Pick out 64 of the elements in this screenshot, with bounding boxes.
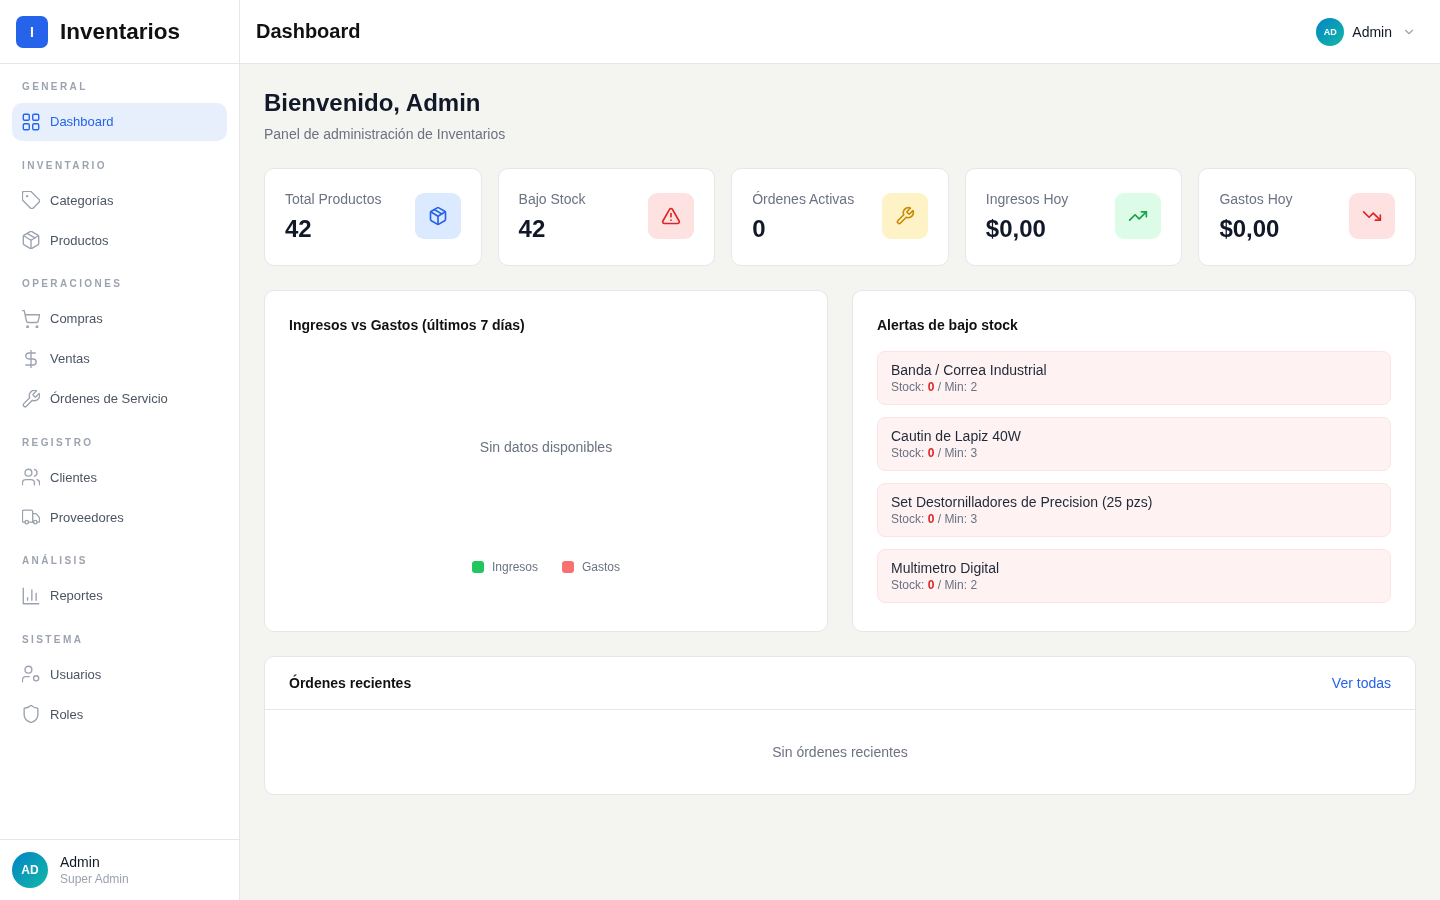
sidebar-item[interactable]: Clientes <box>12 458 227 496</box>
product-name: Banda / Correa Industrial <box>891 361 1048 379</box>
user-name: Admin <box>1352 23 1392 40</box>
app-title: Inventarios <box>60 18 181 45</box>
section-heading: INVENTARIO <box>21 158 108 173</box>
user-role: Super Admin <box>60 871 129 887</box>
wrench-icon <box>22 389 40 408</box>
legend-label: Ingresos <box>491 559 538 575</box>
stat-label: Gastos Hoy <box>1219 190 1293 209</box>
stat-label: Órdenes Activas <box>752 190 855 209</box>
sidebar-item[interactable]: Roles <box>12 695 227 733</box>
section-heading: OPERACIONES <box>21 277 124 291</box>
user-avatar: AD <box>1316 17 1345 46</box>
stock-text: Stock: 0 / Min: 3 <box>891 445 979 461</box>
stat-value: $0,00 <box>1219 215 1281 243</box>
sidebar-item[interactable]: Compras <box>12 299 227 338</box>
page-title: Dashboard <box>256 20 361 43</box>
sidebar-item[interactable]: Categorías <box>12 181 227 219</box>
stat-value: $0,00 <box>985 215 1047 243</box>
product-name: Cautin de Lapiz 40W <box>891 427 1022 445</box>
sidebar-item[interactable]: Productos <box>12 221 227 259</box>
cart-icon <box>22 309 40 328</box>
stat-label: Bajo Stock <box>518 190 586 209</box>
stock-text: Stock: 0 / Min: 2 <box>891 379 979 395</box>
welcome-heading: Bienvenido, Admin <box>264 88 482 118</box>
user-avatar: AD <box>12 852 48 888</box>
logo-mark: I <box>16 15 48 48</box>
sidebar-item[interactable]: Proveedores <box>12 498 227 536</box>
sidebar-item[interactable]: Usuarios <box>12 655 227 693</box>
legend-label: Gastos <box>582 559 620 575</box>
bar-chart-icon <box>22 586 40 605</box>
stat-value: 42 <box>518 215 547 243</box>
stat-label: Total Productos <box>285 190 382 209</box>
view-all-link[interactable]: Ver todas <box>1331 675 1391 691</box>
empty-orders-message: Sin órdenes recientes <box>772 743 908 762</box>
section-heading: ANÁLISIS <box>21 554 89 568</box>
sidebar-item[interactable]: Dashboard <box>12 102 227 141</box>
section-heading: SISTEMA <box>21 632 85 647</box>
user-gear-icon <box>22 665 40 683</box>
card-title: Alertas de bajo stock <box>877 316 1019 335</box>
stock-text: Stock: 0 / Min: 2 <box>891 577 979 593</box>
sidebar-item[interactable]: Órdenes de Servicio <box>12 379 227 418</box>
shield-icon <box>22 705 40 723</box>
box-icon <box>22 231 40 249</box>
card-title: Ingresos vs Gastos (últimos 7 días) <box>289 316 526 335</box>
truck-icon <box>22 508 40 526</box>
sidebar-item[interactable]: Ventas <box>12 339 227 378</box>
stock-text: Stock: 0 / Min: 3 <box>891 511 979 527</box>
tag-icon <box>22 191 40 209</box>
users-icon <box>22 468 40 486</box>
grid-icon <box>22 112 40 131</box>
stat-value: 0 <box>752 215 767 243</box>
product-name: Set Destornilladores de Precision (25 pzs) <box>891 493 1154 511</box>
empty-chart-message: Sin datos disponibles <box>479 438 613 457</box>
dollar-icon <box>22 349 40 368</box>
stat-label: Ingresos Hoy <box>985 190 1069 209</box>
sidebar-item[interactable]: Reportes <box>12 576 227 615</box>
section-heading: REGISTRO <box>21 435 95 450</box>
stat-value: 42 <box>285 215 313 243</box>
welcome-subtitle: Panel de administración de Inventarios <box>264 125 507 144</box>
product-name: Multimetro Digital <box>891 559 1001 577</box>
user-name: Admin <box>60 853 101 871</box>
section-heading: GENERAL <box>21 80 89 94</box>
card-title: Órdenes recientes <box>289 673 412 693</box>
